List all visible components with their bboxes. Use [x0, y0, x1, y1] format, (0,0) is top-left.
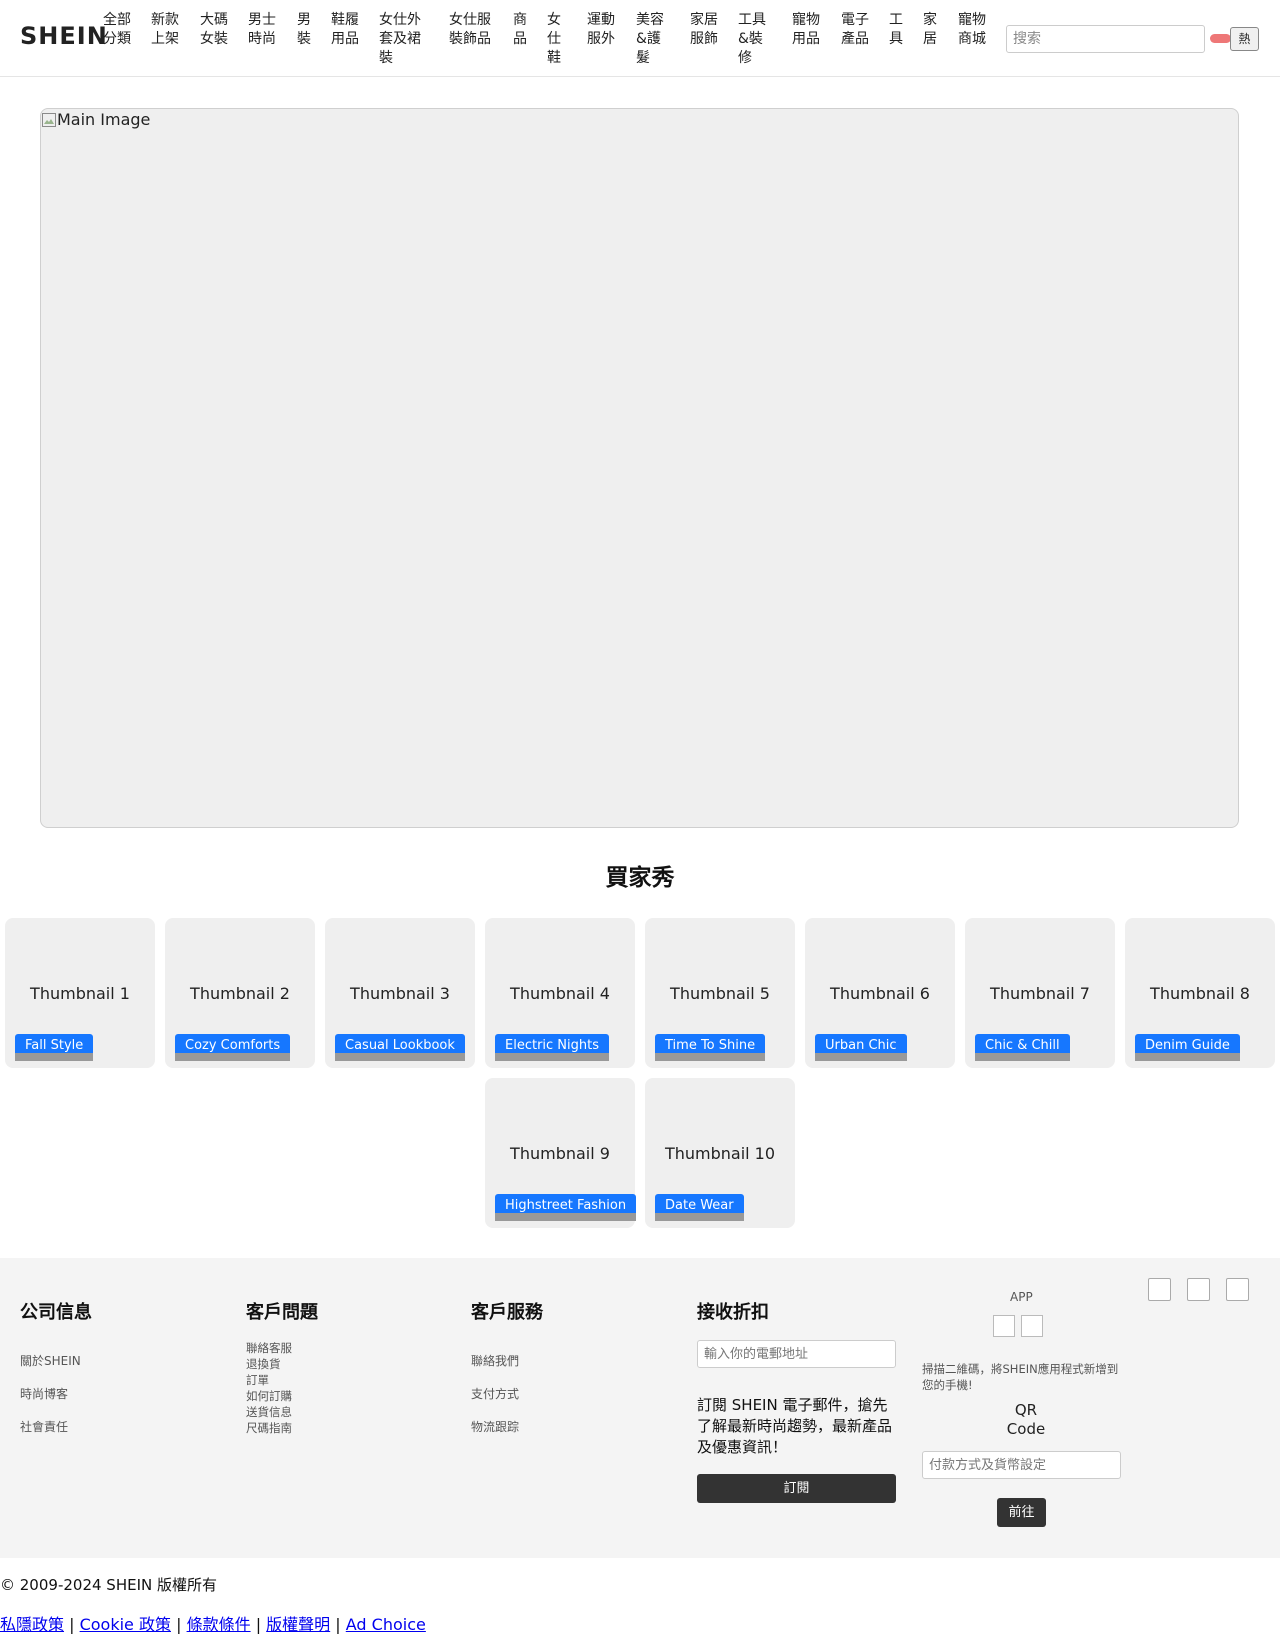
nav-item-goods[interactable]: 商 品: [513, 11, 527, 49]
link-separator: |: [255, 1615, 262, 1634]
nav-item-shoes[interactable]: 鞋履 用品: [331, 11, 359, 49]
thumbnail-tag[interactable]: Denim Guide: [1135, 1034, 1240, 1061]
go-button[interactable]: 前往: [997, 1498, 1046, 1527]
thumbnail-tag[interactable]: Casual Lookbook: [335, 1034, 465, 1061]
nav-item-pet-mall[interactable]: 寵物 商城: [958, 11, 986, 49]
buyer-show-card[interactable]: Thumbnail 8 Denim Guide: [1125, 918, 1275, 1068]
email-field[interactable]: [697, 1340, 896, 1368]
buyer-show-card[interactable]: Thumbnail 6 Urban Chic: [805, 918, 955, 1068]
buyer-show-card[interactable]: Thumbnail 1 Fall Style: [5, 918, 155, 1068]
hot-indicator: [1210, 34, 1231, 43]
footer-link-contact-us[interactable]: 聯絡我們: [471, 1352, 519, 1369]
footer-link-returns[interactable]: 退換貨: [246, 1356, 281, 1372]
nav-item-electronics[interactable]: 電子 產品: [841, 11, 869, 49]
facebook-icon[interactable]: [1148, 1278, 1171, 1301]
app-label: APP: [1010, 1290, 1033, 1304]
customer-service-title: 客戶服務: [471, 1302, 543, 1323]
nav-item-women-outerwear[interactable]: 女仕外 套及裙 裝: [379, 11, 421, 68]
site-footer: 公司信息 關於SHEIN 時尚博客 社會責任 客戶問題 聯絡客服 退換貨 訂單 …: [0, 1258, 1280, 1558]
thumbnail-tag[interactable]: Fall Style: [15, 1034, 94, 1061]
thumbnail-tag[interactable]: Highstreet Fashion: [495, 1194, 637, 1221]
nav-item-men-fashion[interactable]: 男士 時尚: [248, 11, 276, 49]
legal-links: 私隱政策 | Cookie 政策 | 條款條件 | 版權聲明 | Ad Choi…: [0, 1611, 426, 1635]
nav-item-women-shoes[interactable]: 女 仕 鞋: [547, 11, 561, 68]
buyer-show-card[interactable]: Thumbnail 9 Highstreet Fashion: [485, 1078, 637, 1228]
buyer-show-card[interactable]: Thumbnail 5 Time To Shine: [645, 918, 795, 1068]
link-separator: |: [176, 1615, 182, 1634]
buyer-show-card[interactable]: Thumbnail 3 Casual Lookbook: [325, 918, 475, 1068]
buyer-show-card[interactable]: Thumbnail 7 Chic & Chill: [965, 918, 1115, 1068]
thumbnail-tag[interactable]: Chic & Chill: [975, 1034, 1070, 1061]
nav-item-pet-supplies[interactable]: 寵物 用品: [792, 11, 820, 49]
qr-note: 掃描二維碼，將SHEIN應用程式新增到您的手機!: [922, 1362, 1119, 1392]
subscribe-description: 訂閱 SHEIN 電子郵件，搶先了解最新時尚趨勢，最新產品及優惠資訊！: [697, 1396, 893, 1456]
footer-link-blog[interactable]: 時尚博客: [20, 1385, 68, 1402]
customer-issues-title: 客戶問題: [246, 1302, 318, 1323]
nav-item-homewear[interactable]: 家居 服飾: [690, 11, 718, 49]
footer-link-shipping-info[interactable]: 送貨信息: [246, 1404, 292, 1420]
buyer-show-title: 買家秀: [605, 865, 675, 891]
link-separator: |: [335, 1615, 341, 1634]
instagram-icon[interactable]: [1187, 1278, 1210, 1301]
broken-image-icon: [42, 112, 56, 127]
payment-currency-field[interactable]: [922, 1451, 1121, 1479]
main-image-alt: Main Image: [41, 110, 150, 129]
main-image[interactable]: Main Image: [40, 108, 1239, 828]
footer-link-about[interactable]: 關於SHEIN: [20, 1352, 81, 1369]
twitter-icon[interactable]: [1226, 1278, 1249, 1301]
footer-link-social-responsibility[interactable]: 社會責任: [20, 1418, 68, 1435]
buyer-show-card[interactable]: Thumbnail 2 Cozy Comforts: [165, 918, 315, 1068]
google-play-icon[interactable]: [1021, 1315, 1043, 1337]
nav-item-tools-renovation[interactable]: 工具 &裝 修: [738, 11, 766, 68]
thumbnail-tag[interactable]: Cozy Comforts: [175, 1034, 291, 1061]
nav-item-tools[interactable]: 工 具: [889, 11, 903, 49]
footer-link-contact-support[interactable]: 聯絡客服: [246, 1340, 292, 1356]
copyright: © 2009-2024 SHEIN 版權所有: [0, 1576, 217, 1594]
main-image-alt-text: Main Image: [57, 110, 151, 129]
nav-item-all-categories[interactable]: 全部 分類: [103, 11, 131, 49]
top-header: SHEIN 全部 分類 新款 上架 大碼 女裝 男士 時尚 男 裝 鞋履 用品 …: [0, 0, 1280, 77]
qr-code-image: QR Code: [1006, 1401, 1046, 1438]
ad-choice-link[interactable]: Ad Choice: [346, 1615, 426, 1634]
nav-item-women-accessories[interactable]: 女仕服 裝飾品: [449, 11, 491, 49]
copyright-notice-link[interactable]: 版權聲明: [266, 1615, 330, 1634]
nav-item-sportswear[interactable]: 運動 服外: [587, 11, 615, 49]
search-input[interactable]: [1006, 25, 1205, 53]
buyer-show-card[interactable]: Thumbnail 10 Date Wear: [645, 1078, 795, 1228]
terms-link[interactable]: 條款條件: [187, 1615, 251, 1634]
footer-link-size-guide[interactable]: 尺碼指南: [246, 1420, 292, 1436]
app-store-icon[interactable]: [993, 1315, 1015, 1337]
footer-link-orders[interactable]: 訂單: [246, 1372, 269, 1388]
thumbnail-tag[interactable]: Electric Nights: [495, 1034, 610, 1061]
nav-item-new-arrivals[interactable]: 新款 上架: [151, 11, 179, 49]
cookie-policy-link[interactable]: Cookie 政策: [80, 1615, 171, 1634]
thumbnail-tag[interactable]: Urban Chic: [815, 1034, 907, 1061]
nav-item-beauty-hair[interactable]: 美容 &護 髮: [636, 11, 664, 68]
thumbnail-tag[interactable]: Time To Shine: [655, 1034, 766, 1061]
shein-logo[interactable]: SHEIN: [20, 22, 108, 50]
nav-item-plus-size[interactable]: 大碼 女裝: [200, 11, 228, 49]
buyer-show-card[interactable]: Thumbnail 4 Electric Nights: [485, 918, 635, 1068]
discount-title: 接收折扣: [697, 1302, 769, 1323]
footer-link-how-to-order[interactable]: 如何訂購: [246, 1388, 292, 1404]
nav-item-home[interactable]: 家 居: [923, 11, 937, 49]
footer-link-payment-methods[interactable]: 支付方式: [471, 1385, 519, 1402]
subscribe-button[interactable]: 訂閱: [697, 1474, 896, 1503]
company-info-title: 公司信息: [20, 1302, 92, 1323]
thumbnail-tag[interactable]: Date Wear: [655, 1194, 744, 1221]
hot-search-button[interactable]: 熱: [1230, 27, 1259, 51]
privacy-policy-link[interactable]: 私隱政策: [0, 1615, 64, 1634]
link-separator: |: [69, 1615, 75, 1634]
nav-item-menswear[interactable]: 男 裝: [297, 11, 311, 49]
footer-link-tracking[interactable]: 物流跟踪: [471, 1418, 519, 1435]
